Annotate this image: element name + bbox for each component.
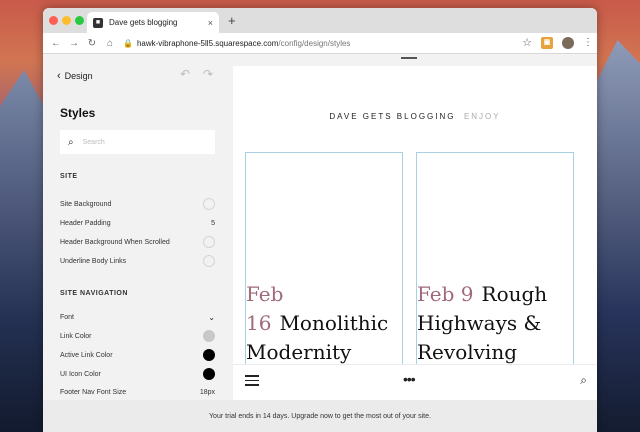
header-padding-value[interactable]: 5 (211, 220, 215, 227)
tab-close-icon[interactable]: × (208, 18, 213, 28)
reload-icon[interactable]: ↻ (83, 38, 101, 49)
url-field[interactable]: hawk-vibraphone-5ll5.squarespace.com/con… (137, 39, 350, 48)
extension-icon[interactable]: ▣ (541, 36, 553, 49)
row-label: Site Background (60, 200, 112, 208)
row-label: UI Icon Color (60, 370, 101, 378)
maximize-window-button[interactable] (75, 16, 84, 25)
squarespace-editor: ‹ Design ↶ ↷ Styles ⌕ Search SITE Site B… (43, 54, 597, 432)
site-frame: DAVE GETS BLOGGING ENJOY Feb 16 Monolithi… (233, 66, 597, 400)
post-text: Feb 16 Monolithic Modernity (246, 280, 402, 367)
row-link-color[interactable]: Link Color (60, 329, 215, 343)
desktop-wallpaper-mountain-right (590, 40, 640, 432)
back-to-design-link[interactable]: ‹ Design (57, 70, 93, 82)
row-active-link-color[interactable]: Active Link Color (60, 348, 215, 362)
forward-arrow-icon[interactable]: → (65, 38, 83, 49)
blog-post-card[interactable]: Feb 9 Rough Highways & Revolving (416, 152, 574, 400)
footer-nav-font-size-value[interactable]: 18px (200, 389, 215, 396)
address-bar: ← → ↻ ⌂ 🔒 hawk-vibraphone-5ll5.squarespa… (43, 33, 597, 54)
post-date: Feb 16 (246, 282, 284, 335)
url-host: hawk-vibraphone-5ll5.squarespace.com (136, 38, 279, 48)
trial-message: Your trial ends in 14 days. Upgrade now … (209, 412, 431, 420)
search-placeholder: Search (82, 138, 105, 146)
styles-search-input[interactable]: ⌕ Search (60, 130, 215, 154)
lock-icon: 🔒 (123, 38, 133, 48)
site-background-toggle[interactable] (203, 198, 215, 210)
back-arrow-icon[interactable]: ← (47, 38, 65, 49)
browser-menu-icon[interactable]: ⋮ (583, 37, 593, 48)
header-background-toggle[interactable] (203, 236, 215, 248)
chevron-down-icon[interactable]: ⌄ (208, 313, 215, 322)
hamburger-menu-icon[interactable] (245, 375, 259, 389)
panel-title: Styles (60, 106, 96, 120)
new-tab-button[interactable]: + (228, 13, 236, 28)
site-preview: DAVE GETS BLOGGING ENJOY Feb 16 Monolithi… (233, 54, 597, 400)
row-label: Header Padding (60, 219, 111, 227)
back-label: Design (64, 71, 93, 81)
row-font[interactable]: Font ⌄ (60, 310, 215, 324)
chevron-left-icon: ‹ (57, 70, 61, 82)
undo-icon[interactable]: ↶ (180, 67, 190, 81)
row-site-background[interactable]: Site Background (60, 197, 215, 211)
url-path: /config/design/styles (278, 38, 351, 48)
row-ui-icon-color[interactable]: UI Icon Color (60, 367, 215, 381)
tab-title: Dave gets blogging (109, 18, 178, 27)
browser-window: ■ Dave gets blogging × + ← → ↻ ⌂ 🔒 hawk-… (43, 8, 597, 432)
row-label: Link Color (60, 332, 92, 340)
link-color-swatch[interactable] (203, 330, 215, 342)
bookmark-star-icon[interactable]: ☆ (522, 36, 532, 49)
home-icon[interactable]: ⌂ (101, 38, 119, 49)
browser-tab[interactable]: ■ Dave gets blogging × (87, 12, 219, 33)
site-header: DAVE GETS BLOGGING ENJOY (233, 106, 597, 124)
row-label: Underline Body Links (60, 257, 127, 265)
site-title[interactable]: DAVE GETS BLOGGING (329, 112, 455, 121)
post-text: Feb 9 Rough Highways & Revolving (417, 280, 573, 367)
redo-icon[interactable]: ↷ (203, 67, 213, 81)
preview-resize-handle[interactable] (401, 57, 417, 59)
trial-banner[interactable]: Your trial ends in 14 days. Upgrade now … (43, 400, 597, 432)
ui-icon-color-swatch[interactable] (203, 368, 215, 380)
section-heading-site-navigation: SITE NAVIGATION (60, 290, 128, 297)
blog-post-card[interactable]: Feb 16 Monolithic Modernity (245, 152, 403, 400)
row-header-background-scrolled[interactable]: Header Background When Scrolled (60, 235, 215, 249)
mobile-nav-bar: ••• ⌕ (233, 364, 597, 400)
search-icon: ⌕ (68, 136, 74, 148)
squarespace-favicon-icon: ■ (93, 17, 103, 28)
row-label: Header Background When Scrolled (60, 238, 170, 246)
row-underline-body-links[interactable]: Underline Body Links (60, 254, 215, 268)
close-window-button[interactable] (49, 16, 58, 25)
row-label: Font (60, 313, 75, 321)
toolbar-right: ☆ ▣ ⋮ (522, 36, 593, 49)
row-footer-nav-font-size[interactable]: Footer Nav Font Size 18px (60, 385, 215, 399)
section-heading-site: SITE (60, 173, 78, 180)
underline-links-toggle[interactable] (203, 255, 215, 267)
search-icon[interactable]: ⌕ (580, 373, 587, 388)
more-options-icon[interactable]: ••• (403, 371, 416, 387)
row-label: Active Link Color (60, 351, 113, 359)
tab-bar: ■ Dave gets blogging × + (43, 8, 597, 33)
row-header-padding[interactable]: Header Padding 5 (60, 216, 215, 230)
row-label: Footer Nav Font Size (60, 388, 127, 396)
minimize-window-button[interactable] (62, 16, 71, 25)
profile-avatar[interactable] (562, 36, 574, 49)
site-nav-link[interactable]: ENJOY (464, 112, 501, 121)
post-date: Feb 9 (417, 282, 474, 306)
active-link-color-swatch[interactable] (203, 349, 215, 361)
styles-sidebar: ‹ Design ↶ ↷ Styles ⌕ Search SITE Site B… (43, 54, 233, 400)
